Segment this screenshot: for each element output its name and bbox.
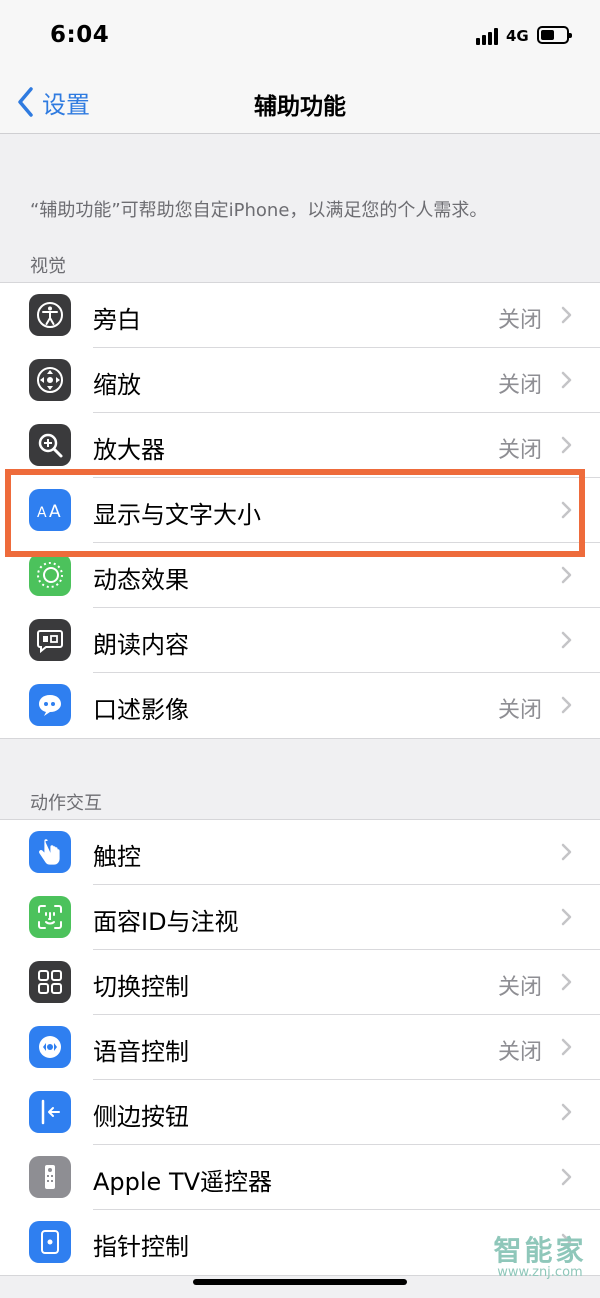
row-label: 旁白 (93, 306, 141, 334)
chevron-right-icon (561, 696, 572, 714)
status-time: 6:04 (50, 22, 110, 48)
settings-row-tv-remote[interactable]: Apple TV遥控器 (0, 1145, 600, 1210)
settings-group-interaction: 触控 面容ID与注视 切换控制 关闭 语音控制 关闭 侧边按钮 Apple TV遥控器 指针控制 (0, 819, 600, 1276)
page-title: 辅助功能 (254, 94, 346, 120)
highlight-frame (5, 469, 585, 557)
face-id-icon (29, 896, 71, 938)
audio-description-icon (29, 684, 71, 726)
battery-icon (537, 26, 572, 44)
watermark-url: www.znj.com (497, 1265, 583, 1280)
row-value: 关闭 (497, 1040, 542, 1065)
row-label: 面容ID与注视 (93, 908, 239, 936)
row-label: 放大器 (93, 436, 165, 464)
settings-row-face-id[interactable]: 面容ID与注视 (0, 885, 600, 950)
magnifier-icon (29, 424, 71, 466)
watermark: 智能家 www.znj.com (488, 1236, 592, 1280)
home-indicator (193, 1279, 407, 1285)
chevron-right-icon (561, 908, 572, 926)
row-label: 口述影像 (93, 696, 189, 724)
watermark-brand: 智能家 (493, 1234, 587, 1267)
section-header-interaction: 动作交互 (30, 793, 102, 814)
row-value: 关闭 (497, 698, 542, 723)
zoom-icon (29, 359, 71, 401)
settings-row-zoom[interactable]: 缩放 关闭 (0, 348, 600, 413)
switch-control-icon (29, 961, 71, 1003)
side-button-icon (29, 1091, 71, 1133)
row-value: 关闭 (497, 373, 542, 398)
voiceover-icon (29, 294, 71, 336)
chevron-right-icon (561, 1103, 572, 1121)
settings-row-audio-description[interactable]: 口述影像 关闭 (0, 673, 600, 738)
row-label: 语音控制 (93, 1038, 189, 1066)
row-value: 关闭 (497, 975, 542, 1000)
row-label: 侧边按钮 (93, 1103, 189, 1131)
chevron-right-icon (561, 566, 572, 584)
row-label: 缩放 (93, 371, 141, 399)
chevron-right-icon (561, 843, 572, 861)
chevron-right-icon (561, 631, 572, 649)
row-value: 关闭 (497, 438, 542, 463)
spoken-content-icon (29, 619, 71, 661)
settings-row-touch-hand[interactable]: 触控 (0, 820, 600, 885)
motion-icon (29, 554, 71, 596)
chevron-right-icon (561, 306, 572, 324)
row-label: Apple TV遥控器 (93, 1168, 273, 1196)
cellular-signal-icon (476, 28, 500, 45)
chevron-right-icon (561, 1038, 572, 1056)
chevron-right-icon (561, 371, 572, 389)
network-type: 4G (506, 27, 529, 45)
settings-row-voiceover[interactable]: 旁白 关闭 (0, 283, 600, 348)
status-bar: 6:04 4G (0, 0, 600, 70)
row-label: 触控 (93, 843, 141, 871)
navigation-bar: 设置 辅助功能 (0, 70, 600, 134)
chevron-right-icon (561, 973, 572, 991)
row-value: 关闭 (497, 308, 542, 333)
touch-hand-icon (29, 831, 71, 873)
row-label: 指针控制 (93, 1233, 189, 1261)
settings-row-switch-control[interactable]: 切换控制 关闭 (0, 950, 600, 1015)
chevron-right-icon (561, 436, 572, 454)
settings-row-side-button[interactable]: 侧边按钮 (0, 1080, 600, 1145)
section-header-vision: 视觉 (30, 256, 66, 277)
row-label: 切换控制 (93, 973, 189, 1001)
tv-remote-icon (29, 1156, 71, 1198)
settings-row-voice-control[interactable]: 语音控制 关闭 (0, 1015, 600, 1080)
voice-control-icon (29, 1026, 71, 1068)
row-label: 朗读内容 (93, 631, 189, 659)
settings-row-spoken-content[interactable]: 朗读内容 (0, 608, 600, 673)
chevron-right-icon (561, 1168, 572, 1186)
pointer-control-icon (29, 1221, 71, 1263)
row-label: 动态效果 (93, 566, 189, 594)
intro-text: “辅助功能”可帮助您自定iPhone，以满足您的个人需求。 (30, 200, 488, 221)
